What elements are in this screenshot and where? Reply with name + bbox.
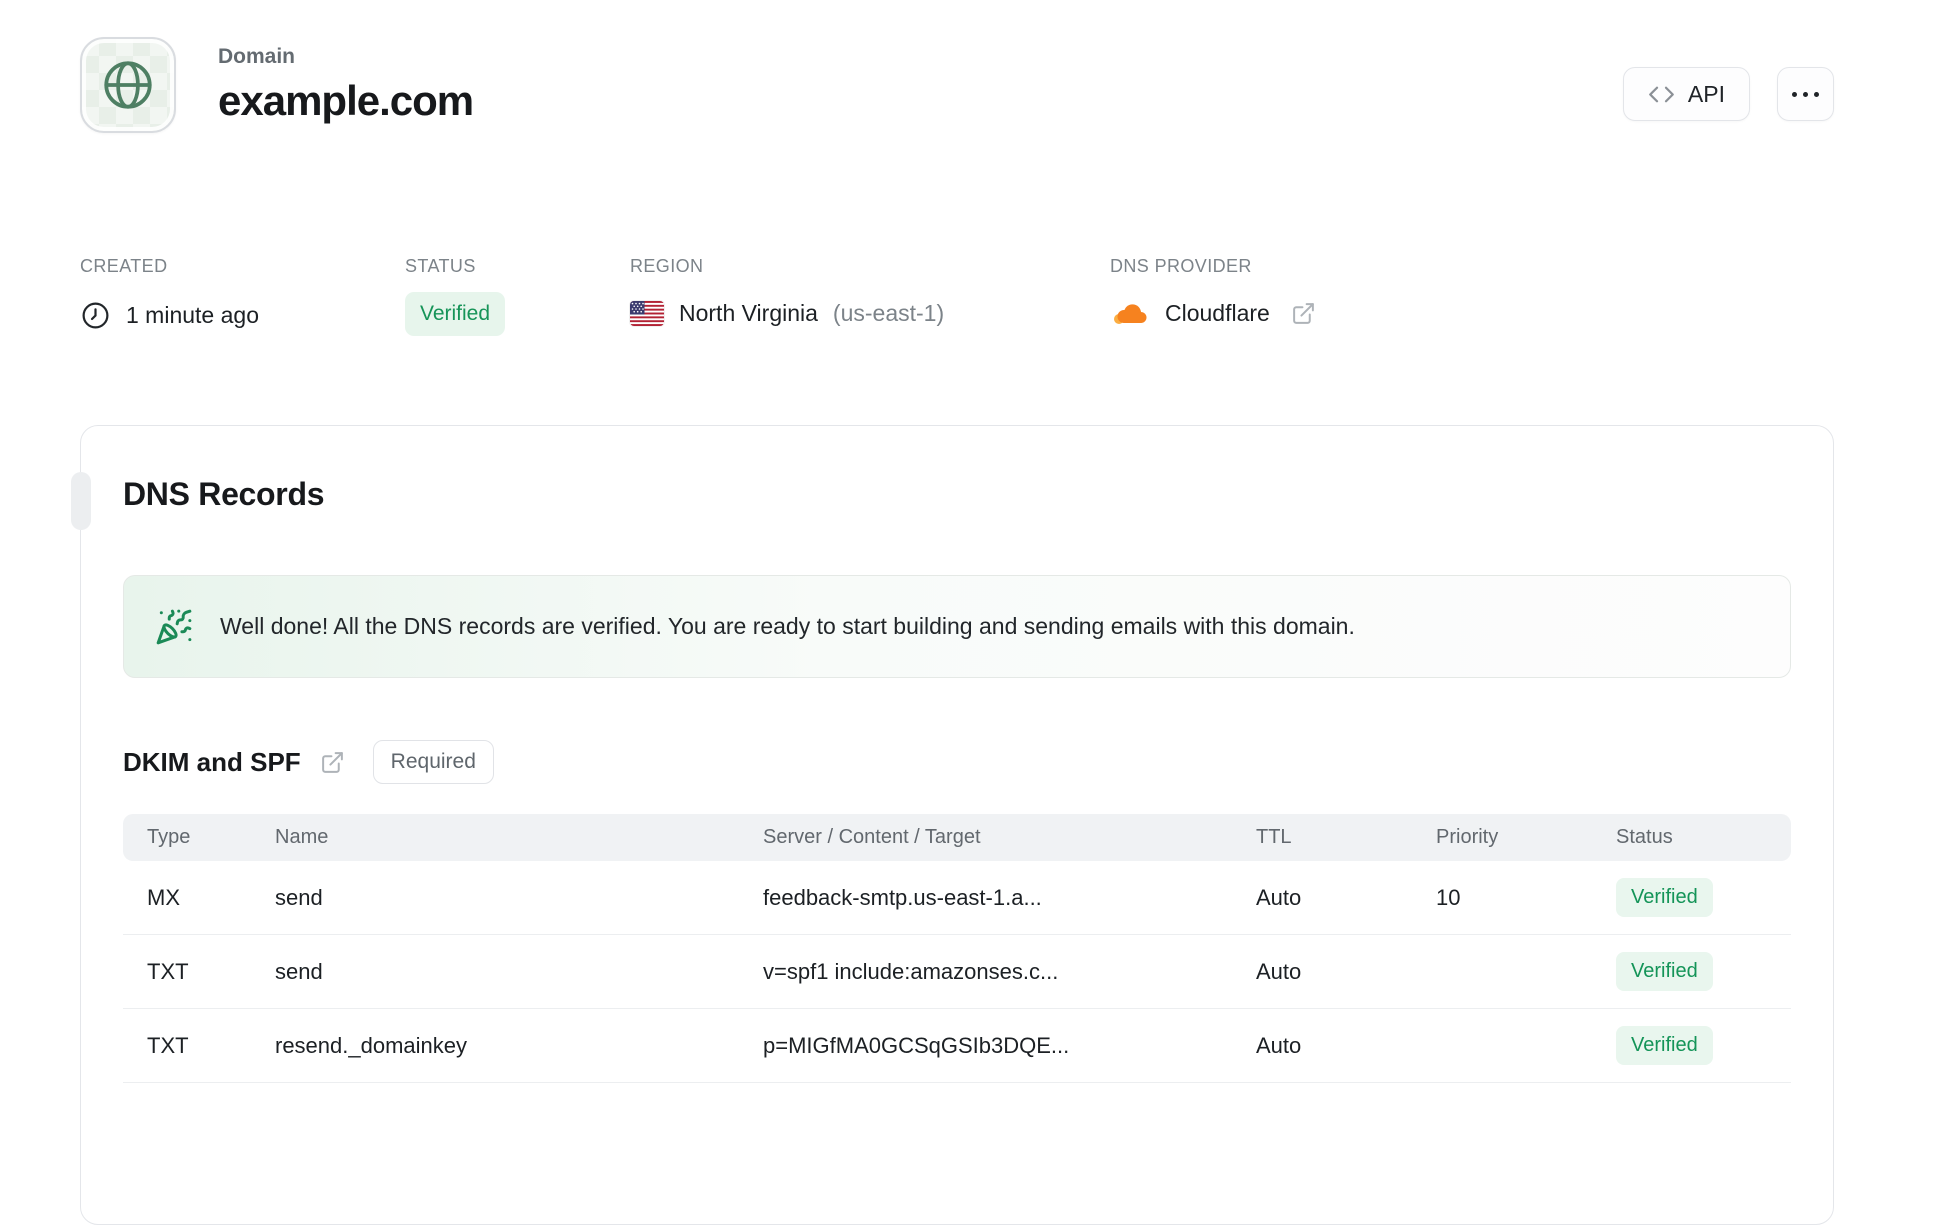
cell-name: send [275,958,323,984]
header-actions: API [1622,67,1834,121]
region-value: North Virginia [679,300,818,326]
party-popper-icon [155,608,193,646]
table-row: TXT send v=spf1 include:amazonses.c... A… [123,935,1791,1009]
col-header-ttl: TTL [1256,826,1292,848]
required-badge: Required [372,740,494,784]
col-header-status: Status [1616,826,1673,848]
col-header-content: Server / Content / Target [763,826,981,848]
globe-icon [99,56,157,114]
clock-icon [80,300,111,331]
dns-provider-value[interactable]: Cloudflare [1165,300,1270,327]
title-block: Domain example.com [218,45,474,125]
cloudflare-icon [1110,300,1150,327]
record-status-badge: Verified [1616,952,1713,991]
ellipsis-icon [1792,91,1819,97]
cell-name: resend._domainkey [275,1032,468,1058]
cell-type: TXT [147,1032,189,1058]
dns-records-card: DNS Records Well done! All the DNS recor… [71,425,1834,1225]
cell-priority: 10 [1436,884,1461,910]
dns-provider-label: DNS PROVIDER [1110,256,1252,276]
table-header-row: Type Name Server / Content / Target TTL … [123,814,1791,861]
success-banner: Well done! All the DNS records are verif… [123,575,1791,678]
region-code: (us-east-1) [832,300,945,326]
cell-type: TXT [147,958,189,984]
page-title: example.com [218,77,474,124]
col-header-type: Type [147,826,191,848]
domain-eyebrow: Domain [218,45,296,68]
record-status-badge: Verified [1616,1026,1713,1065]
cell-name: send [275,884,323,910]
status-badge: Verified [405,292,506,336]
cell-ttl: Auto [1256,1032,1302,1058]
cell-content[interactable]: p=MIGfMA0GCSqGSIb3DQE... [763,1033,1256,1059]
region-label: REGION [630,256,704,276]
created-value: 1 minute ago [126,302,259,328]
dkim-spf-header: DKIM and SPF Required [123,740,1791,784]
meta-status: STATUS Verified [405,256,630,336]
meta-dns-provider: DNS PROVIDER Cloudflare [1110,256,1316,336]
external-link-icon[interactable] [320,750,345,775]
meta-region: REGION North Virginia (us-east-1) [630,256,1110,336]
us-flag-icon [630,301,664,326]
api-button-label: API [1687,80,1725,107]
col-header-priority: Priority [1436,826,1499,848]
record-status-badge: Verified [1616,878,1713,917]
cell-type: MX [147,884,180,910]
col-header-name: Name [275,826,329,848]
code-icon [1648,81,1675,108]
status-label: STATUS [405,256,476,276]
cell-ttl: Auto [1256,884,1302,910]
cell-content[interactable]: v=spf1 include:amazonses.c... [763,959,1256,985]
api-button[interactable]: API [1622,67,1750,121]
domain-avatar [80,37,176,133]
table-row: TXT resend._domainkey p=MIGfMA0GCSqGSIb3… [123,1009,1791,1083]
success-banner-text: Well done! All the DNS records are verif… [220,613,1355,639]
cell-ttl: Auto [1256,958,1302,984]
table-row: MX send feedback-smtp.us-east-1.a... Aut… [123,861,1791,935]
domain-details-page: Domain example.com API CREATED 1 minute … [0,0,1944,1225]
created-label: CREATED [80,256,168,276]
meta-row: CREATED 1 minute ago STATUS Verified REG… [80,256,1316,336]
dns-records-table: Type Name Server / Content / Target TTL … [123,814,1791,1083]
page-header: Domain example.com API [80,37,1834,133]
external-link-icon[interactable] [1291,301,1316,326]
dkim-spf-title: DKIM and SPF [123,746,301,777]
meta-created: CREATED 1 minute ago [80,256,405,336]
more-button[interactable] [1777,67,1834,121]
cell-content[interactable]: feedback-smtp.us-east-1.a... [763,885,1256,911]
dns-records-title: DNS Records [123,476,325,512]
